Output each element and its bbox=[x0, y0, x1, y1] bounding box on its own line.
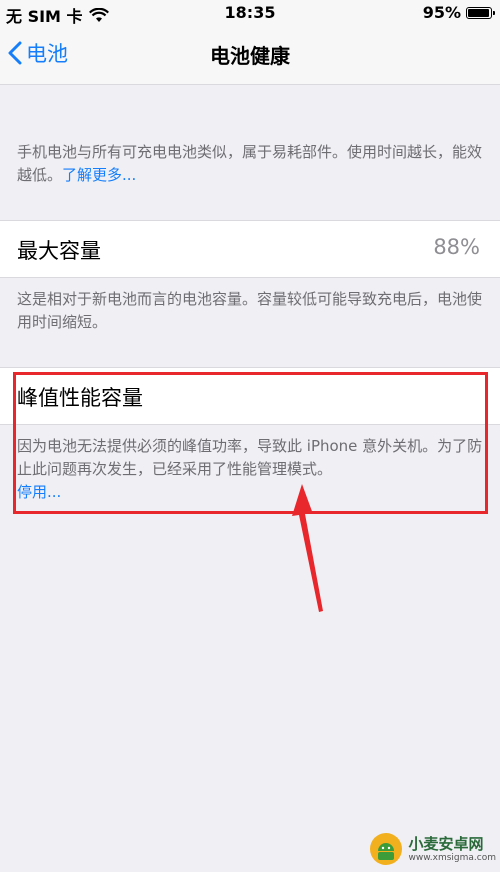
watermark-url: www.xmsigma.com bbox=[408, 852, 496, 863]
intro-description: 手机电池与所有可充电电池类似，属于易耗部件。使用时间越长，能效越低。了解更多..… bbox=[17, 141, 487, 187]
max-capacity-description: 这是相对于新电池而言的电池容量。容量较低可能导致充电后，电池使用时间缩短。 bbox=[17, 290, 483, 331]
android-logo-icon bbox=[369, 833, 402, 865]
highlight-box bbox=[13, 372, 488, 514]
max-capacity-value: 88% bbox=[433, 235, 480, 259]
navigation-bar: 电池 电池健康 bbox=[0, 26, 500, 85]
battery-percent: 95% bbox=[422, 3, 461, 22]
battery-status: 95% bbox=[422, 3, 495, 22]
max-capacity-label: 最大容量 bbox=[17, 239, 101, 263]
battery-level-fill bbox=[468, 8, 489, 17]
watermark: 小麦安卓网 www.xmsigma.com bbox=[369, 832, 496, 866]
watermark-name: 小麦安卓网 bbox=[408, 834, 484, 853]
annotation-arrow bbox=[292, 484, 323, 612]
status-bar: 无 SIM 卡 18:35 95% bbox=[0, 0, 500, 26]
learn-more-link[interactable]: 了解更多... bbox=[62, 166, 136, 184]
battery-icon bbox=[466, 6, 495, 19]
max-capacity-row: 最大容量 88% bbox=[0, 220, 500, 278]
page-title: 电池健康 bbox=[210, 44, 290, 68]
